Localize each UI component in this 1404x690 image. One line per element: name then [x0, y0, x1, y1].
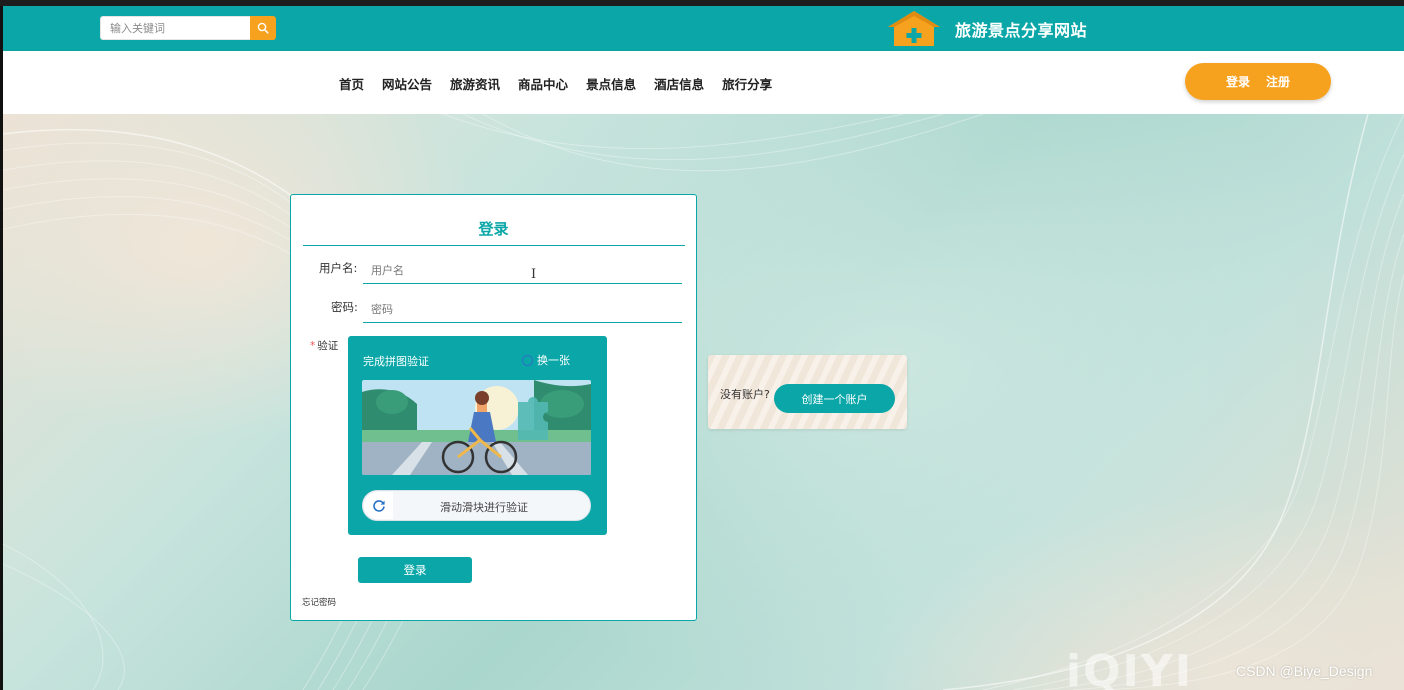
header-login-link[interactable]: 登录: [1226, 73, 1250, 90]
captcha-refresh-label: 换一张: [537, 354, 570, 367]
nav-item-travel-sharing[interactable]: 旅行分享: [722, 74, 772, 93]
title-divider: [303, 245, 685, 246]
create-account-button[interactable]: 创建一个账户: [774, 384, 895, 413]
login-card: 登录 用户名: I 密码: *验证 完成拼图验证 换一张: [290, 194, 697, 621]
search-icon: [257, 22, 269, 34]
login-title: 登录: [478, 220, 509, 238]
nav-item-attractions[interactable]: 景点信息: [586, 74, 636, 93]
captcha-refresh-button[interactable]: 换一张: [522, 352, 570, 368]
top-header-bar: 旅游景点分享网站: [3, 6, 1404, 51]
auth-button: 登录 注册: [1185, 63, 1331, 100]
captcha-puzzle-image: [362, 380, 591, 475]
forgot-password-link[interactable]: 忘记密码: [302, 596, 336, 608]
captcha-panel: 完成拼图验证 换一张 滑动滑块进行验证: [348, 336, 607, 535]
background-wave-decoration: [3, 114, 1404, 690]
password-label: 密码:: [331, 300, 358, 314]
username-label: 用户名:: [319, 261, 358, 275]
refresh-ring-icon: [522, 354, 533, 366]
nav-item-products[interactable]: 商品中心: [518, 74, 568, 93]
text-cursor-icon: I: [531, 267, 537, 282]
search-input[interactable]: [100, 16, 250, 40]
search-button[interactable]: [250, 16, 276, 40]
nav-item-travel-news[interactable]: 旅游资讯: [450, 74, 500, 93]
captcha-slider-text: 滑动滑块进行验证: [440, 501, 528, 514]
captcha-illustration: [362, 380, 591, 475]
nav-item-announcements[interactable]: 网站公告: [382, 74, 432, 93]
captcha-label: * 验证: [310, 340, 339, 352]
player-watermark: iQIYI: [1066, 646, 1194, 690]
main-nav-bar: 首页 网站公告 旅游资讯 商品中心 景点信息 酒店信息 旅行分享 登录 注册: [3, 51, 1404, 114]
login-submit-button[interactable]: 登录: [358, 557, 472, 583]
house-plus-icon: [888, 11, 940, 46]
captcha-slider-track[interactable]: 滑动滑块进行验证: [362, 490, 591, 521]
register-card: 没有账户? 创建一个账户: [708, 355, 907, 429]
username-input[interactable]: [363, 258, 682, 284]
hero-background: 登录 用户名: I 密码: *验证 完成拼图验证 换一张: [3, 114, 1404, 690]
search-box: [100, 16, 276, 40]
site-title: 旅游景点分享网站: [955, 21, 1088, 40]
captcha-title: 完成拼图验证: [363, 355, 429, 368]
nav-item-home[interactable]: 首页: [339, 74, 364, 93]
header-register-link[interactable]: 注册: [1266, 73, 1290, 90]
password-input[interactable]: [363, 297, 682, 323]
nav-item-hotels[interactable]: 酒店信息: [654, 74, 704, 93]
author-watermark: CSDN @Biye_Design: [1236, 663, 1373, 679]
captcha-label-text: 验证: [317, 340, 339, 352]
nav-menu: 首页 网站公告 旅游资讯 商品中心 景点信息 酒店信息 旅行分享: [330, 74, 781, 93]
no-account-text: 没有账户?: [720, 388, 770, 401]
